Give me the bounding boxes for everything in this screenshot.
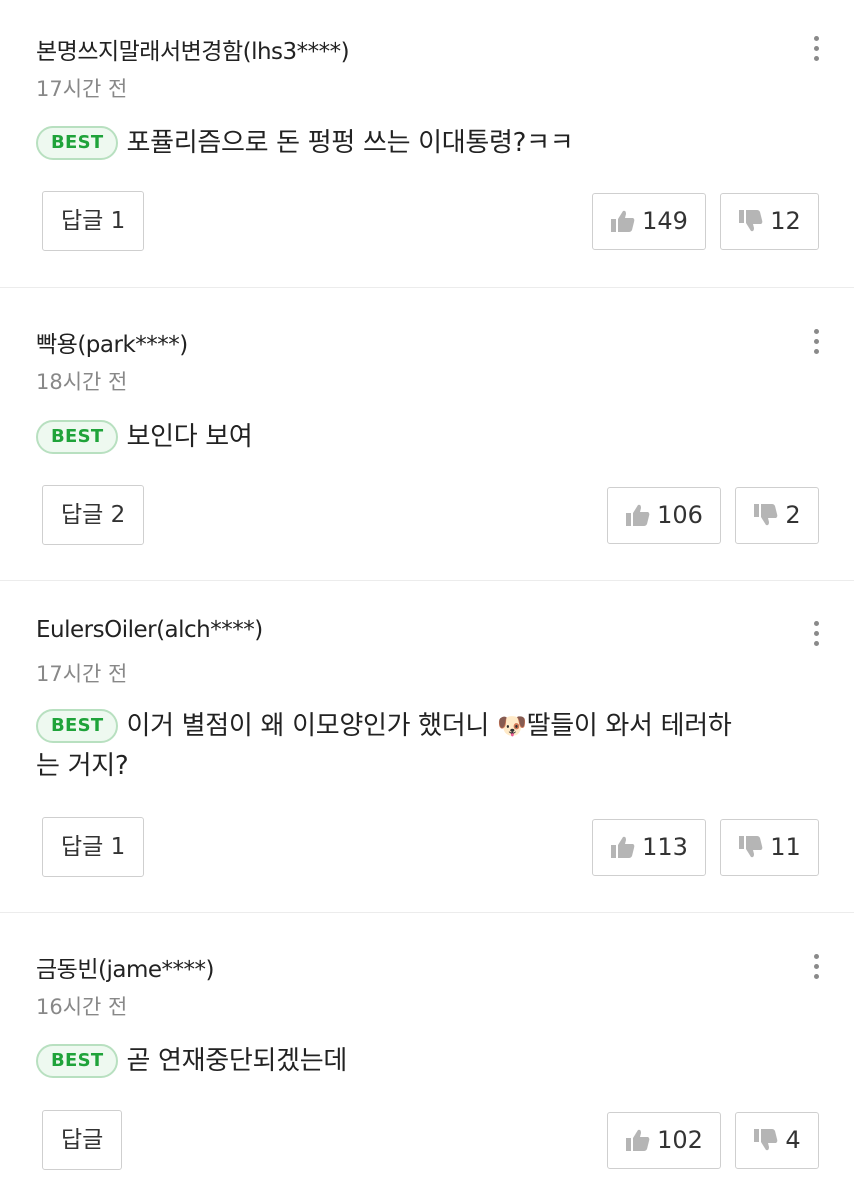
comment-text: 곧 연재중단되겠는데 (126, 1046, 348, 1076)
dislike-count: 11 (770, 833, 801, 861)
dislike-count: 12 (770, 207, 801, 235)
comment-item: 빡용(park****) 18시간 전 BEST 보인다 보여 답글 2 106 … (0, 288, 854, 581)
best-badge: BEST (36, 126, 119, 160)
comment-body: BEST 이거 별점이 왜 이모양인가 했더니 🐶딸들이 와서 테러하는 거지? (36, 706, 734, 786)
reply-button[interactable]: 답글 2 (42, 485, 144, 545)
comment-author[interactable]: 본명쓰지말래서변경함(lhs3****) (36, 32, 350, 66)
like-button[interactable]: 106 (607, 487, 721, 544)
best-badge: BEST (36, 1044, 119, 1078)
comment-time: 17시간 전 (36, 662, 128, 686)
reply-button[interactable]: 답글 1 (42, 817, 144, 877)
thumbs-down-icon (754, 1129, 778, 1151)
like-count: 149 (642, 207, 688, 235)
best-badge: BEST (36, 709, 119, 743)
comment-author[interactable]: 빡용(park****) (36, 325, 188, 359)
comment-author[interactable]: 금동빈(jame****) (36, 950, 214, 984)
like-button[interactable]: 102 (607, 1112, 721, 1169)
comment-item: EulersOiler(alch****) 17시간 전 BEST 이거 별점이 … (0, 581, 854, 913)
comment-body: BEST 곧 연재중단되겠는데 (36, 1041, 734, 1081)
thumbs-up-icon (626, 504, 650, 526)
thumbs-down-icon (739, 210, 763, 232)
comment-body: BEST 보인다 보여 (36, 417, 734, 457)
like-count: 102 (657, 1126, 703, 1154)
dislike-count: 4 (785, 1126, 801, 1154)
dog-emoji: 🐶 (496, 712, 527, 740)
comment-text: 포퓰리즘으로 돈 펑펑 쓰는 이대통령?ㅋㅋ (126, 128, 574, 158)
dislike-button[interactable]: 11 (720, 819, 819, 876)
comment-author[interactable]: EulersOiler(alch****) (36, 617, 263, 643)
dislike-button[interactable]: 4 (735, 1112, 819, 1169)
comment-time: 17시간 전 (36, 77, 128, 101)
comment-time: 18시간 전 (36, 370, 128, 394)
like-button[interactable]: 149 (592, 193, 706, 250)
thumbs-down-icon (754, 504, 778, 526)
thumbs-up-icon (611, 210, 635, 232)
more-vertical-icon[interactable] (814, 954, 820, 984)
reply-button[interactable]: 답글 (42, 1110, 122, 1170)
best-badge: BEST (36, 420, 119, 454)
comment-text-part1: 이거 별점이 왜 이모양인가 했더니 (126, 711, 497, 741)
like-count: 113 (642, 833, 688, 861)
more-vertical-icon[interactable] (814, 36, 820, 66)
comment-body: BEST 포퓰리즘으로 돈 펑펑 쓰는 이대통령?ㅋㅋ (36, 123, 734, 163)
comment-text: 보인다 보여 (126, 422, 253, 452)
comment-time: 16시간 전 (36, 995, 128, 1019)
thumbs-up-icon (611, 836, 635, 858)
like-button[interactable]: 113 (592, 819, 706, 876)
more-vertical-icon[interactable] (814, 621, 820, 651)
dislike-button[interactable]: 2 (735, 487, 819, 544)
dislike-count: 2 (785, 501, 801, 529)
more-vertical-icon[interactable] (814, 329, 820, 359)
like-count: 106 (657, 501, 703, 529)
thumbs-up-icon (626, 1129, 650, 1151)
thumbs-down-icon (739, 836, 763, 858)
reply-button[interactable]: 답글 1 (42, 191, 144, 251)
dislike-button[interactable]: 12 (720, 193, 819, 250)
comment-item: 본명쓰지말래서변경함(lhs3****) 17시간 전 BEST 포퓰리즘으로 돈… (0, 0, 854, 288)
comment-item: 금동빈(jame****) 16시간 전 BEST 곧 연재중단되겠는데 답글 1… (0, 913, 854, 1191)
